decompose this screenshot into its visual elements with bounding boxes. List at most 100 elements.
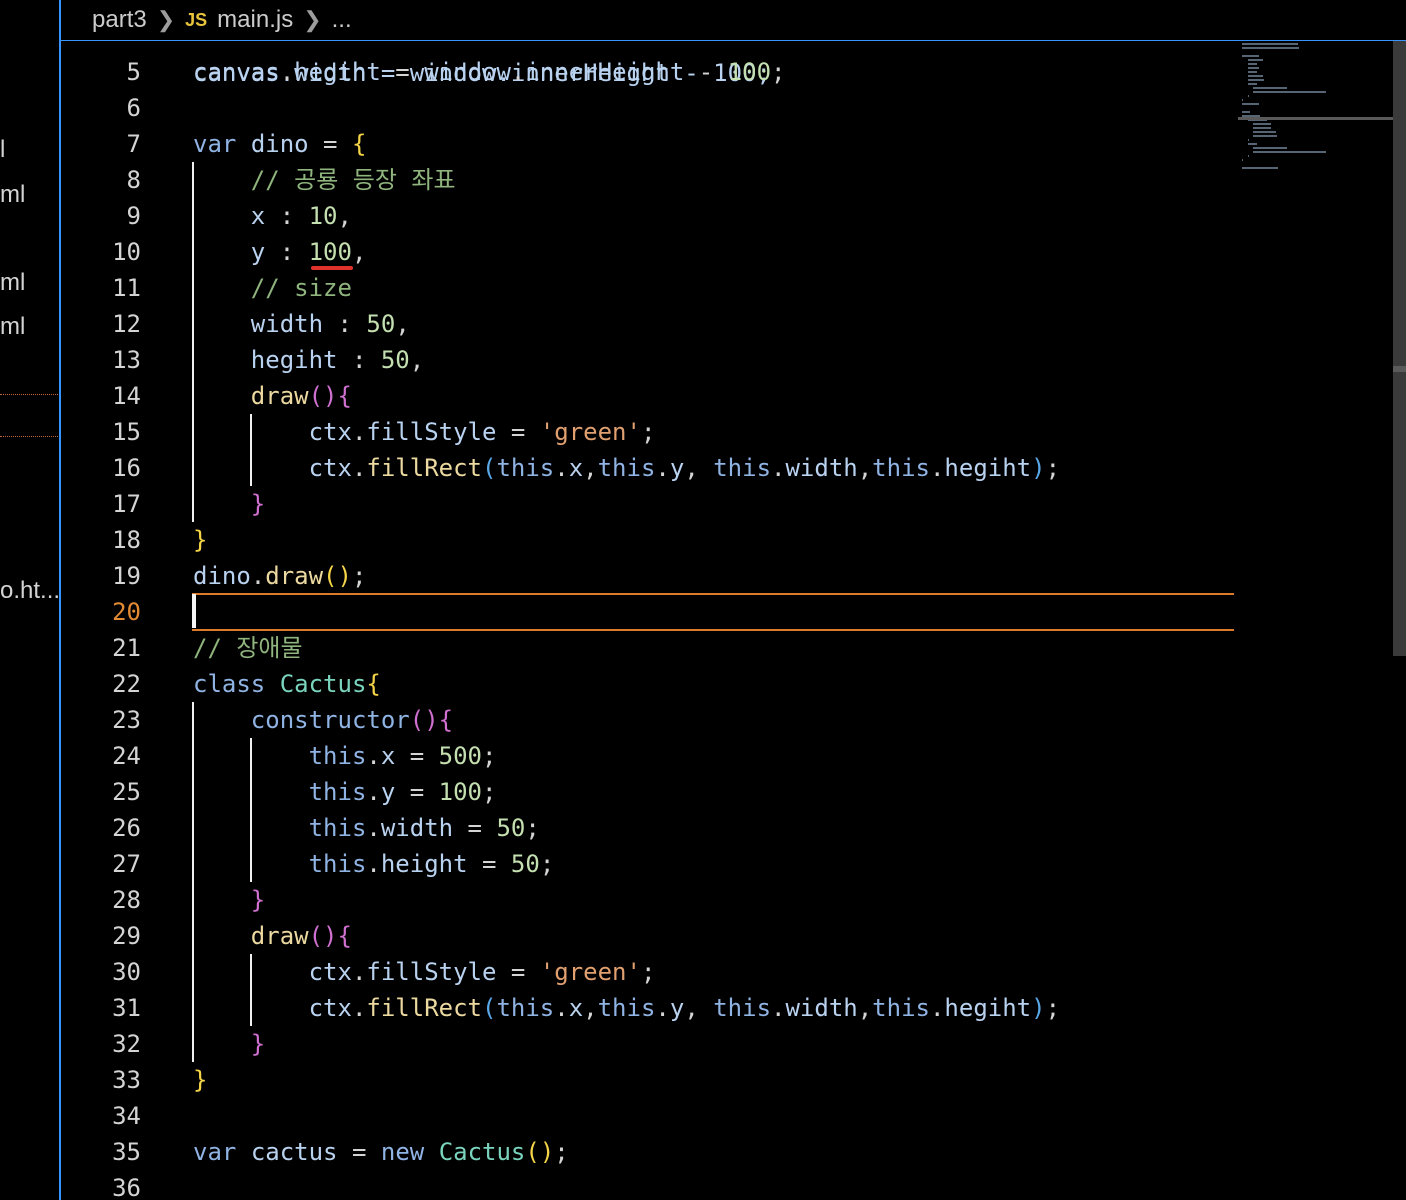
code-text: // 공룡 등장 좌표	[250, 166, 456, 194]
line-number: 19	[112, 562, 141, 590]
code-line[interactable]: 34	[61, 1098, 1361, 1134]
minimap-line	[1253, 131, 1276, 133]
code-line[interactable]: 27 this.height = 50;	[61, 846, 1361, 882]
minimap-slider[interactable]	[1238, 117, 1393, 120]
code-line[interactable]: 6	[61, 90, 1361, 126]
code-line[interactable]: 24 this.x = 500;	[61, 738, 1361, 774]
code-line[interactable]: 26 this.width = 50;	[61, 810, 1361, 846]
code-line[interactable]: 12 width : 50,	[61, 306, 1361, 342]
line-number: 8	[126, 166, 141, 194]
code-text: }	[250, 1030, 266, 1058]
minimap-line	[1253, 147, 1287, 149]
code-line[interactable]: 8 // 공룡 등장 좌표	[61, 162, 1361, 198]
code-line[interactable]: 33}	[61, 1062, 1361, 1098]
code-line[interactable]: 14 draw(){	[61, 378, 1361, 414]
minimap-line	[1253, 127, 1272, 129]
code-line[interactable]: 30 ctx.fillStyle = 'green';	[61, 954, 1361, 990]
minimap-line	[1242, 159, 1244, 161]
code-text: ctx.fillRect(this.x,this.y, this.width,t…	[308, 994, 1061, 1022]
code-line[interactable]: 29 draw(){	[61, 918, 1361, 954]
minimap[interactable]	[1238, 41, 1393, 201]
explorer-sidebar: l ml ml ml o.ht...	[0, 0, 59, 1200]
line-number: 5	[126, 58, 141, 86]
code-text: var dino = {	[193, 130, 367, 158]
code-text: width : 50,	[250, 310, 410, 338]
minimap-line	[1242, 103, 1259, 105]
code-line[interactable]: 17 }	[61, 486, 1361, 522]
drop-indicator	[0, 394, 58, 395]
code-line[interactable]: 15 ctx.fillStyle = 'green';	[61, 414, 1361, 450]
breadcrumb: part3 ❯ JS main.js ❯ ...	[61, 0, 1406, 41]
explorer-item[interactable]: l	[0, 135, 59, 165]
code-line[interactable]: 36	[61, 1170, 1361, 1200]
code-text: this.x = 500;	[308, 742, 497, 770]
code-line[interactable]: 20	[61, 594, 1361, 630]
minimap-line	[1242, 43, 1298, 45]
code-line[interactable]: 7 var dino = {	[61, 126, 1361, 162]
code-line[interactable]: 35 var cactus = new Cactus();	[61, 1134, 1361, 1170]
code-text: }	[193, 1066, 208, 1094]
code-line[interactable]: 32 }	[61, 1026, 1361, 1062]
code-line[interactable]: 25 this.y = 100;	[61, 774, 1361, 810]
line-number: 27	[112, 850, 141, 878]
minimap-line	[1247, 95, 1249, 97]
line-number: 29	[112, 922, 141, 950]
minimap-line	[1242, 47, 1300, 49]
code-text: draw(){	[250, 922, 352, 950]
vertical-scrollbar[interactable]	[1393, 41, 1406, 656]
minimap-line	[1247, 139, 1249, 141]
code-text: ctx.fillStyle = 'green';	[308, 958, 656, 986]
code-line-partial: canvas.width = window.innerHeight - 100;	[61, 41, 1361, 87]
line-number: 14	[112, 382, 141, 410]
line-number: 24	[112, 742, 141, 770]
code-line[interactable]: 11 // size	[61, 270, 1361, 306]
minimap-line	[1253, 123, 1272, 125]
line-number: 25	[112, 778, 141, 806]
code-line[interactable]: 28 }	[61, 882, 1361, 918]
code-line[interactable]: 31 ctx.fillRect(this.x,this.y, this.widt…	[61, 990, 1361, 1026]
minimap-line	[1242, 167, 1279, 169]
minimap-line	[1242, 55, 1259, 57]
breadcrumb-file[interactable]: main.js	[217, 6, 293, 34]
code-line[interactable]: 23 constructor(){	[61, 702, 1361, 738]
line-number: 35	[112, 1138, 141, 1166]
chevron-right-icon: ❯	[156, 7, 176, 32]
minimap-line	[1247, 143, 1258, 145]
code-line[interactable]: 22 class Cactus{	[61, 666, 1361, 702]
minimap-line	[1247, 75, 1263, 77]
breadcrumb-folder[interactable]: part3	[92, 6, 147, 34]
code-editor[interactable]: canvas.width = window.innerHeight - 100;…	[61, 41, 1393, 1200]
line-number: 21	[112, 634, 141, 662]
explorer-item[interactable]: ml	[0, 312, 59, 342]
code-line[interactable]: 16 ctx.fillRect(this.x,this.y, this.widt…	[61, 450, 1361, 486]
code-line[interactable]: 9 x : 10,	[61, 198, 1361, 234]
code-line[interactable]: 13 hegiht : 50,	[61, 342, 1361, 378]
line-number: 10	[112, 238, 141, 266]
explorer-item[interactable]: o.ht...	[0, 576, 59, 606]
code-text: this.height = 50;	[308, 850, 555, 878]
code-text: class Cactus{	[193, 670, 381, 698]
code-line[interactable]: 5 canvas.hegiht = window.innerHeight - 10…	[61, 54, 1361, 90]
code-line[interactable]: 18}	[61, 522, 1361, 558]
minimap-line	[1247, 67, 1259, 69]
line-number: 31	[112, 994, 141, 1022]
code-text: hegiht : 50,	[250, 346, 425, 374]
minimap-line	[1242, 99, 1244, 101]
code-line[interactable]: 10 y : 100,	[61, 234, 1361, 270]
code-line[interactable]: 19 dino.draw();	[61, 558, 1361, 594]
explorer-item[interactable]: ml	[0, 180, 59, 210]
scrollbar-cursor-marker	[1393, 366, 1406, 372]
code-text: x : 10,	[250, 202, 352, 230]
code-line[interactable]: 21 // 장애물	[61, 630, 1361, 666]
code-text: dino.draw();	[193, 562, 367, 590]
code-text: ctx.fillStyle = 'green';	[308, 418, 656, 446]
minimap-line	[1247, 63, 1258, 65]
breadcrumb-symbol[interactable]: ...	[332, 6, 352, 34]
explorer-item[interactable]: ml	[0, 268, 59, 298]
code-text: y : 100,	[250, 238, 367, 266]
chevron-right-icon: ❯	[303, 7, 322, 32]
code-text: }	[250, 886, 266, 914]
minimap-line	[1247, 155, 1249, 157]
line-number: 15	[112, 418, 141, 446]
js-file-icon: JS	[185, 9, 208, 30]
